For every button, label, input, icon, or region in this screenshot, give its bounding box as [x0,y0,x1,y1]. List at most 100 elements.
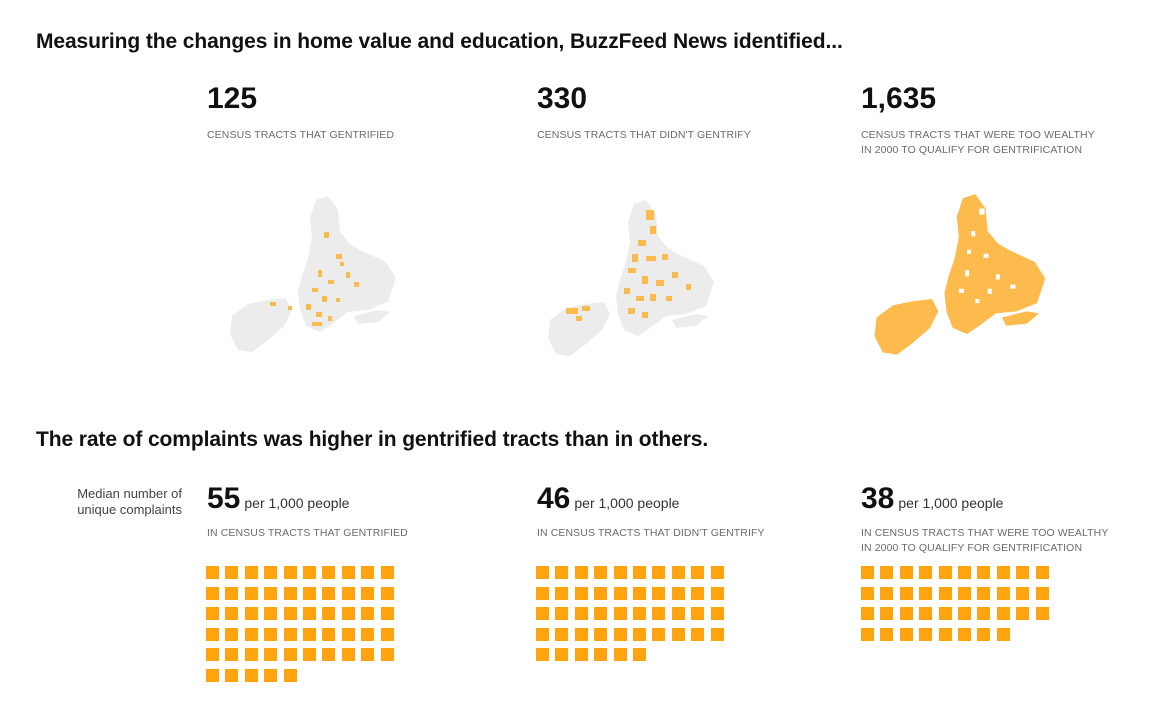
complaint-square-icon [322,607,336,620]
complaint-square-icon [957,586,971,600]
complaint-square-icon [536,648,549,661]
complaint-square-icon [244,586,258,600]
complaint-square-icon [341,586,355,600]
complaint-square-icon [977,607,991,620]
complaint-square-icon [1035,586,1049,600]
complaint-square-icon [691,586,705,600]
complaint-square-icon [594,627,608,641]
complaint-square-icon [996,586,1010,600]
complaint-square-icon [691,566,705,579]
nyc-map-too-wealthy-icon [874,194,1046,355]
rate-number: 55 [207,482,241,515]
median-complaints-label: Median number of unique complaints [77,486,182,517]
complaint-square-icon [380,566,394,579]
complaint-square-icon [594,566,608,579]
complaint-square-icon [861,566,874,579]
complaint-square-icon [880,586,894,600]
complaint-square-icon [302,648,316,661]
complaint-square-icon [977,566,991,579]
complaint-square-icon [671,627,685,641]
complaint-square-icon [283,668,297,682]
rate-number: 46 [537,482,571,515]
complaint-square-icon [322,586,336,600]
complaint-square-icon [536,627,549,641]
complaint-square-icon [938,607,952,620]
complaint-square-icon [594,648,608,661]
complaint-square-icon [977,586,991,600]
complaint-square-icon [555,648,569,661]
complaint-square-icon [938,627,952,641]
complaint-square-icon [322,627,336,641]
complaint-square-icon [264,607,278,620]
complaint-square-icon [574,627,588,641]
complaint-square-icon [613,648,627,661]
complaint-square-icon [996,627,1010,641]
rate-label: IN CENSUS TRACTS THAT DIDN'T GENTRIFY [537,527,765,539]
complaint-square-icon [957,607,971,620]
complaint-square-icon [264,627,278,641]
complaint-square-icon [652,566,666,579]
complaint-square-icon [652,627,666,641]
rate-unit: per 1,000 people [574,495,680,511]
complaint-square-icon [264,566,278,579]
complaint-square-icon [206,586,219,600]
rate-number: 38 [861,482,895,515]
rate-not-gentrified: 46 per 1,000 people IN CENSUS TRACTS THA… [537,484,765,541]
rate-too-wealthy: 38 per 1,000 people IN CENSUS TRACTS THA… [861,484,1108,556]
complaint-square-icon [555,607,569,620]
complaint-square-icon [555,566,569,579]
complaint-square-icon [283,566,297,579]
nyc-map-not-gentrified-icon [548,200,714,356]
complaint-square-icon [691,627,705,641]
complaint-square-icon [380,648,394,661]
complaint-square-icon [380,586,394,600]
waffle-not-gentrified [536,566,724,661]
headline-complaints: The rate of complaints was higher in gen… [36,428,709,451]
complaint-square-icon [244,668,258,682]
complaint-square-icon [361,648,375,661]
complaint-square-icon [574,648,588,661]
nyc-map-gentrified-icon [230,196,396,352]
headline-gentrification: Measuring the changes in home value and … [36,30,843,53]
waffle-gentrified [206,566,394,682]
complaint-square-icon [1035,607,1049,620]
stat-number: 330 [537,82,588,115]
complaint-square-icon [264,668,278,682]
complaint-square-icon [574,566,588,579]
complaint-square-icon [225,566,239,579]
complaint-square-icon [1016,607,1030,620]
complaint-square-icon [938,566,952,579]
complaint-square-icon [244,648,258,661]
complaint-square-icon [880,607,894,620]
complaint-square-icon [225,648,239,661]
complaint-square-icon [977,627,991,641]
complaint-square-icon [244,566,258,579]
stat-number: 125 [207,82,258,115]
complaint-square-icon [283,648,297,661]
stat-label: CENSUS TRACTS THAT GENTRIFIED [207,129,395,141]
complaint-square-icon [671,566,685,579]
complaint-square-icon [899,627,913,641]
stat-too-wealthy: 1,635 CENSUS TRACTS THAT WERE TOO WEALTH… [861,84,1095,158]
rate-gentrified: 55 per 1,000 people IN CENSUS TRACTS THA… [207,484,408,541]
rate-unit: per 1,000 people [898,495,1004,511]
complaint-square-icon [861,586,874,600]
complaint-square-icon [1016,566,1030,579]
complaint-square-icon [536,607,549,620]
complaint-square-icon [341,607,355,620]
complaint-square-icon [225,607,239,620]
complaint-square-icon [264,586,278,600]
complaint-square-icon [225,627,239,641]
complaint-square-icon [919,607,933,620]
complaint-square-icon [225,668,239,682]
complaint-square-icon [899,566,913,579]
complaint-square-icon [996,607,1010,620]
waffle-too-wealthy [861,566,1049,641]
complaint-square-icon [555,627,569,641]
complaint-square-icon [244,627,258,641]
complaint-square-icon [302,566,316,579]
complaint-square-icon [880,566,894,579]
complaint-square-icon [206,668,219,682]
complaint-square-icon [536,586,549,600]
complaint-square-icon [341,648,355,661]
